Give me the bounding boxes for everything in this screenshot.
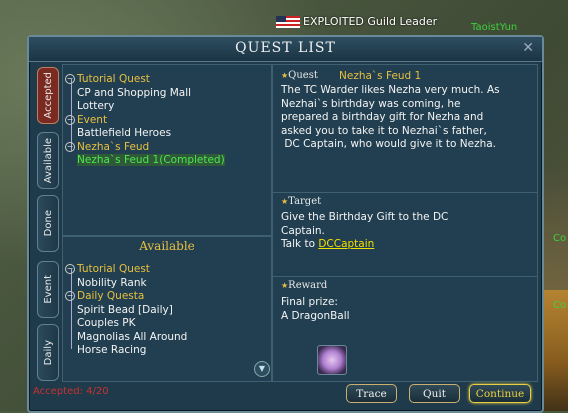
tree-category[interactable]: − Tutorial Quest [65, 263, 187, 277]
tree-item[interactable]: Lottery [65, 100, 225, 114]
tab-daily[interactable]: Daily [37, 324, 59, 381]
collapse-icon[interactable]: − [65, 141, 75, 152]
divider [273, 276, 537, 277]
available-quest-tree: − Tutorial Quest Nobility Rank − Daily Que… [65, 263, 187, 358]
continue-button[interactable]: Continue [469, 384, 531, 403]
window-titlebar[interactable]: QUEST LIST ✕ [29, 37, 542, 62]
tree-item[interactable]: Couples PK [65, 317, 187, 331]
tree-item[interactable]: Horse Racing [65, 344, 187, 358]
tab-done[interactable]: Done [37, 195, 59, 252]
target-description: Give the Birthday Gift to the DC Captain… [281, 211, 449, 250]
tab-accepted[interactable]: Accepted [37, 67, 59, 124]
scroll-down-icon[interactable]: ▼ [254, 361, 270, 377]
available-quests-panel: Available − Tutorial Quest Nobility Rank … [62, 236, 272, 382]
reward-description: Final prize: A DragonBall [281, 296, 350, 322]
accepted-count-label: Accepted: 4/20 [33, 386, 109, 397]
close-icon[interactable]: ✕ [522, 40, 534, 56]
quest-detail-panel: ★Quest Nezha`s Feud 1 The TC Warder like… [272, 64, 538, 382]
collapse-icon[interactable]: − [65, 291, 75, 301]
tree-category[interactable]: − Tutorial Quest [65, 73, 225, 87]
quest-list-window: QUEST LIST ✕ Accepted Available Done Eve… [27, 35, 544, 413]
tree-item[interactable]: Nobility Rank [65, 277, 187, 291]
quest-name: Nezha`s Feud 1 [339, 70, 422, 82]
tree-item[interactable]: Battlefield Heroes [65, 127, 225, 141]
tree-item[interactable]: CP and Shopping Mall [65, 87, 225, 101]
player-guild-label: EXPLOITED Guild Leader [276, 15, 437, 28]
tree-item-selected[interactable]: Nezha`s Feud 1(Completed) [65, 154, 225, 168]
tree-category[interactable]: − Event [65, 114, 225, 128]
trace-button[interactable]: Trace [346, 384, 397, 403]
npc-name-side-2[interactable]: Co [553, 300, 566, 311]
collapse-icon[interactable]: − [65, 114, 75, 125]
window-title: QUEST LIST [235, 40, 336, 56]
tree-category[interactable]: − Nezha`s Feud [65, 141, 225, 155]
npc-link-dc-captain[interactable]: DCCaptain [318, 238, 374, 250]
collapse-icon[interactable]: − [65, 74, 75, 84]
collapse-icon[interactable]: − [65, 264, 75, 274]
accepted-quests-panel: − Tutorial Quest CP and Shopping Mall Lot… [62, 64, 272, 236]
accepted-quest-tree: − Tutorial Quest CP and Shopping Mall Lot… [65, 73, 225, 168]
npc-name-taoist[interactable]: TaoistYun [471, 22, 517, 33]
tree-item[interactable]: Magnolias All Around [65, 331, 187, 345]
tab-event[interactable]: Event [37, 261, 59, 318]
dragonball-item-icon[interactable] [317, 345, 347, 375]
tree-item[interactable]: Spirit Bead [Daily] [65, 304, 187, 318]
available-title: Available [139, 239, 195, 253]
quest-description: The TC Warder likes Nezha very much. As … [281, 84, 500, 150]
quest-section-label: ★Quest [281, 70, 318, 81]
target-section-label: ★Target [281, 196, 322, 207]
tab-available[interactable]: Available [37, 132, 59, 189]
quit-button[interactable]: Quit [409, 384, 460, 403]
npc-name-side-1[interactable]: Co [553, 233, 566, 244]
tree-category[interactable]: − Daily Questa [65, 290, 187, 304]
us-flag-icon [276, 16, 300, 28]
reward-section-label: ★Reward [281, 280, 328, 291]
divider [273, 192, 537, 193]
